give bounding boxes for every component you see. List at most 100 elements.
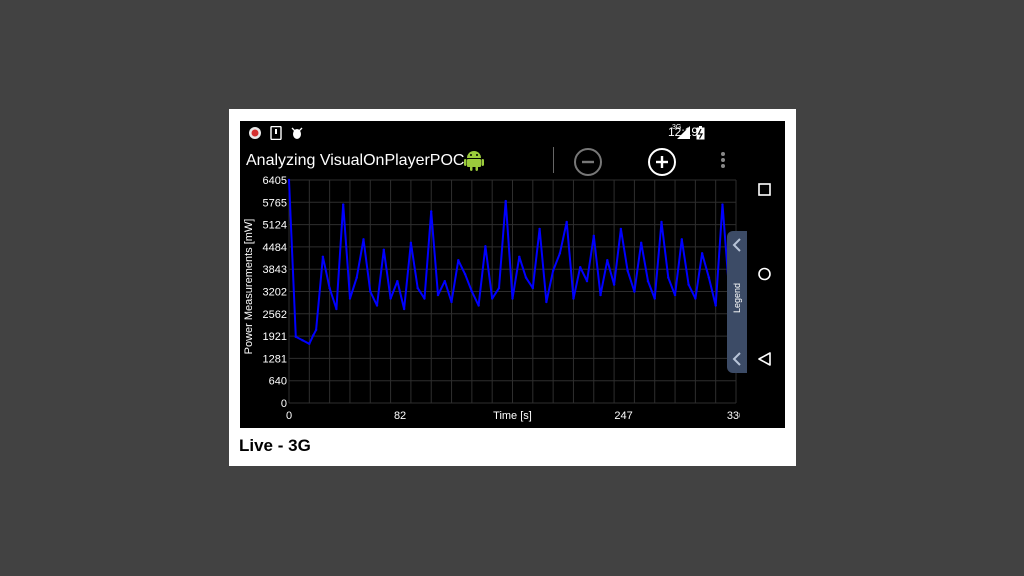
data-point — [538, 227, 541, 231]
zoom-out-button[interactable] — [573, 147, 603, 177]
y-tick-label: 6405 — [263, 175, 287, 187]
data-point — [579, 266, 582, 269]
data-point — [714, 304, 717, 307]
recent-apps-button[interactable] — [757, 182, 773, 198]
action-bar: Analyzing VisualOnPlayerPOC — [240, 145, 740, 177]
data-point — [287, 178, 291, 182]
data-point — [572, 297, 575, 300]
data-point — [294, 335, 297, 339]
y-tick-label: 3843 — [263, 264, 287, 276]
data-point — [436, 293, 440, 297]
zoom-in-button[interactable] — [647, 147, 677, 177]
y-tick-label: 4484 — [263, 242, 287, 254]
data-point — [646, 279, 650, 283]
back-button[interactable] — [757, 351, 773, 367]
data-point — [531, 286, 535, 290]
data-point — [314, 328, 318, 332]
slide-caption: Live - 3G — [239, 436, 311, 455]
data-point — [362, 238, 365, 241]
phone-screen: 3G 12:19 Analyzing VisualOnPlayerPOC 0 6… — [240, 121, 785, 428]
data-point — [382, 248, 386, 252]
data-point — [504, 199, 507, 203]
data-point — [694, 297, 697, 300]
data-point — [524, 276, 528, 279]
y-tick-label: 5765 — [263, 197, 287, 209]
data-point — [633, 290, 636, 293]
data-point — [470, 290, 474, 293]
legend-label: Legend — [732, 282, 742, 314]
data-point — [558, 252, 562, 255]
phone-icon — [270, 126, 282, 140]
data-point — [335, 307, 338, 311]
data-point — [312, 333, 315, 337]
data-point — [348, 297, 352, 300]
data-point — [402, 307, 406, 311]
data-point — [484, 245, 487, 248]
data-point — [463, 272, 467, 276]
data-point — [680, 238, 684, 241]
data-point — [626, 269, 629, 272]
data-point — [599, 293, 602, 297]
data-point — [423, 297, 426, 300]
chevron-left-icon[interactable] — [731, 237, 743, 253]
y-tick-label: 2562 — [263, 309, 287, 321]
data-point — [606, 259, 609, 262]
data-point — [619, 227, 623, 231]
data-point — [443, 279, 446, 283]
bug-icon — [291, 127, 303, 139]
x-axis-label: Time [s] — [493, 410, 532, 422]
data-point — [477, 304, 480, 307]
y-tick-label: 640 — [269, 376, 287, 388]
data-point — [450, 300, 453, 304]
data-point — [321, 255, 325, 258]
data-point — [375, 304, 379, 307]
data-point — [660, 220, 663, 224]
data-point — [301, 339, 304, 342]
android-icon — [464, 151, 484, 171]
data-point — [585, 279, 589, 283]
y-axis-label: Power Measurements [mW] — [243, 219, 255, 355]
data-point — [707, 276, 711, 279]
data-point — [667, 276, 670, 279]
data-point — [518, 255, 521, 258]
data-point — [653, 297, 656, 300]
data-point — [700, 252, 704, 255]
data-point — [457, 259, 460, 262]
data-point — [721, 203, 724, 206]
data-point — [673, 293, 677, 297]
data-point — [592, 234, 595, 238]
home-button[interactable] — [757, 266, 773, 282]
data-point — [545, 300, 548, 304]
x-tick-label: 247 — [614, 410, 632, 422]
data-point — [612, 283, 616, 286]
overflow-menu-icon[interactable] — [719, 150, 727, 170]
y-tick-label: 3202 — [263, 287, 287, 299]
chevron-left-icon[interactable] — [731, 351, 743, 367]
clock: 12:19 — [667, 125, 698, 139]
x-tick-label: 330 — [727, 410, 740, 422]
data-point — [396, 279, 399, 283]
data-point — [430, 210, 433, 213]
y-tick-label: 5124 — [263, 220, 287, 232]
app-title: Analyzing VisualOnPlayerPOC — [246, 152, 465, 169]
x-tick-label: 82 — [394, 410, 406, 422]
y-tick-label: 1281 — [263, 353, 287, 365]
data-point — [511, 297, 514, 300]
data-point — [341, 203, 345, 206]
data-point — [308, 342, 311, 346]
data-point — [490, 297, 494, 300]
action-divider — [553, 147, 554, 173]
y-tick-label: 0 — [281, 398, 287, 410]
power-chart: 0 640 1281 1921 2562 3202 3843 4484 5124 5765 6405… — [243, 175, 740, 422]
data-point — [639, 241, 643, 245]
data-point — [389, 297, 392, 300]
legend-drawer-tab[interactable]: Legend — [727, 231, 747, 373]
navigation-bar — [747, 121, 785, 428]
data-point — [355, 276, 358, 279]
data-point — [416, 286, 419, 290]
y-tick-label: 1921 — [263, 331, 287, 343]
status-bar: 3G 12:19 — [240, 121, 740, 143]
data-point — [328, 286, 331, 290]
x-tick-label: 0 — [286, 410, 292, 422]
data-point — [369, 290, 372, 293]
